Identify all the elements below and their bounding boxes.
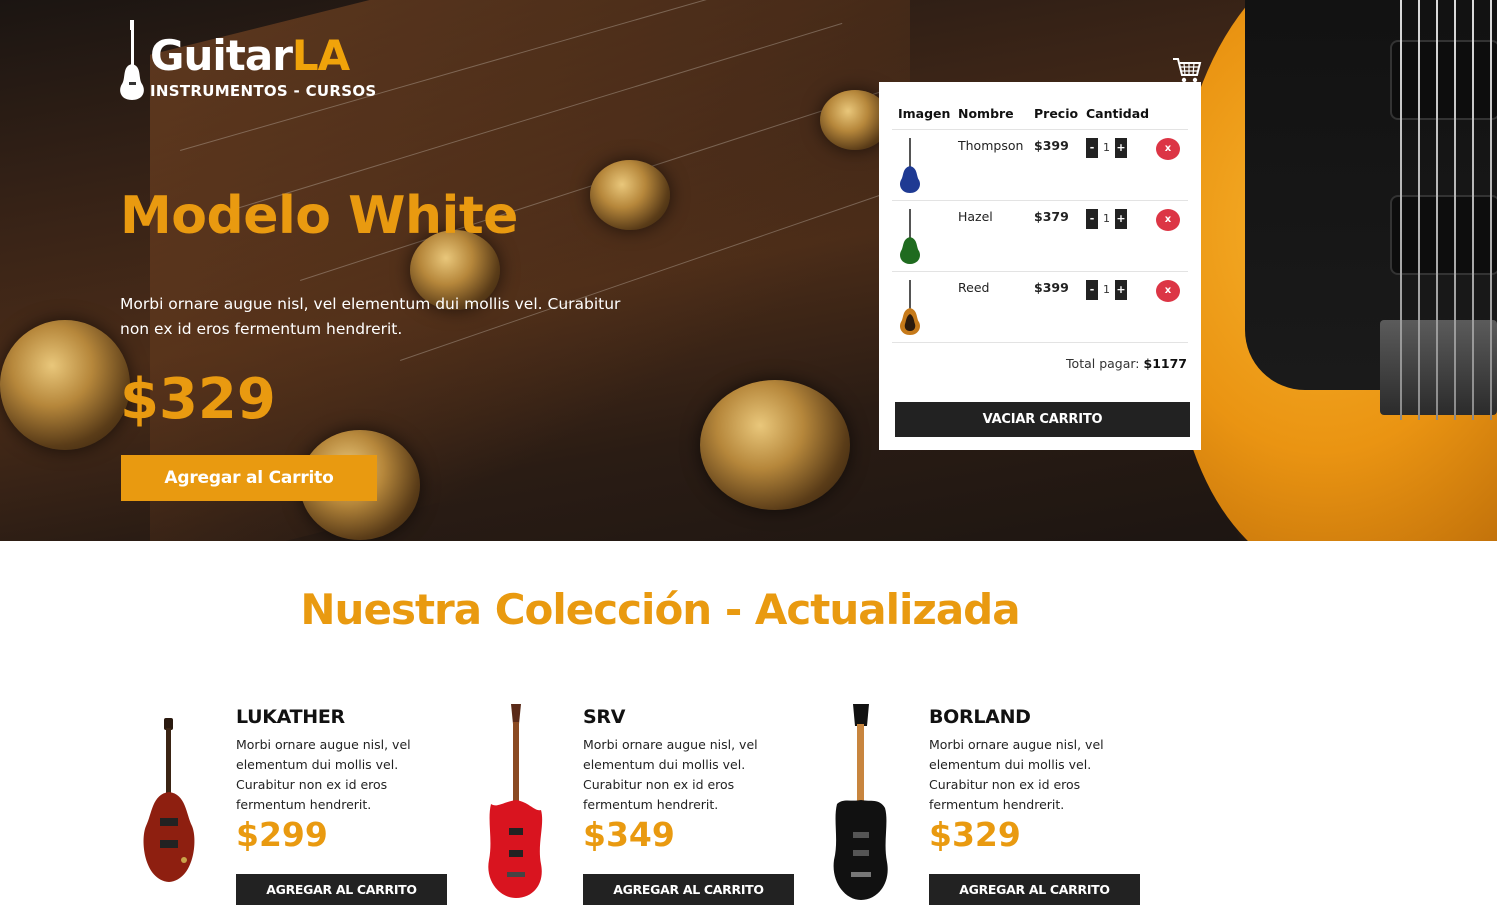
product-name: LUKATHER bbox=[236, 706, 345, 728]
cart-total-value: $1177 bbox=[1143, 356, 1188, 371]
cart-item-image bbox=[892, 271, 952, 343]
cart-dropdown: Imagen Nombre Precio Cantidad Thompson $… bbox=[879, 82, 1201, 450]
guitar-borland-image bbox=[833, 704, 888, 900]
product-price: $299 bbox=[236, 815, 328, 854]
guitar-thumbnail-icon bbox=[900, 137, 920, 193]
cart-total-label: Total pagar: bbox=[1066, 356, 1144, 371]
decrease-quantity-button[interactable]: - bbox=[1086, 137, 1098, 158]
increase-quantity-button[interactable]: + bbox=[1115, 208, 1127, 229]
guitar-string bbox=[1490, 0, 1492, 420]
cart-table: Imagen Nombre Precio Cantidad Thompson $… bbox=[892, 98, 1188, 343]
product-price: $329 bbox=[929, 815, 1021, 854]
remove-item-button[interactable]: x bbox=[1156, 208, 1180, 231]
guitar-pickup bbox=[1390, 40, 1497, 120]
cart-item-remove: x bbox=[1150, 271, 1188, 343]
decrease-quantity-button[interactable]: - bbox=[1086, 279, 1098, 300]
hero-add-to-cart-button[interactable]: Agregar al Carrito bbox=[121, 455, 377, 501]
cart-item-quantity: - 1 + bbox=[1080, 200, 1150, 272]
guitar-thumbnail-icon bbox=[900, 208, 920, 264]
cart-item-name: Hazel bbox=[952, 200, 1028, 272]
cart-item-quantity: - 1 + bbox=[1080, 271, 1150, 343]
guitar-string bbox=[1472, 0, 1474, 420]
cart-item-image bbox=[892, 129, 952, 201]
product-card: BORLAND Morbi ornare augue nisl, vel ele… bbox=[831, 700, 1161, 905]
add-to-cart-button[interactable]: AGREGAR AL CARRITO bbox=[929, 874, 1140, 905]
add-to-cart-button[interactable]: AGREGAR AL CARRITO bbox=[236, 874, 447, 905]
hero-description: Morbi ornare augue nisl, vel elementum d… bbox=[120, 295, 621, 338]
product-name: SRV bbox=[583, 706, 626, 728]
cart-item-price: $399 bbox=[1028, 271, 1080, 343]
cart-item-price: $399 bbox=[1028, 129, 1080, 201]
remove-item-button[interactable]: x bbox=[1156, 279, 1180, 302]
decrease-quantity-button[interactable]: - bbox=[1086, 208, 1098, 229]
guitar-string bbox=[1436, 0, 1438, 420]
hero-price: $329 bbox=[120, 367, 276, 432]
logo-tagline: INSTRUMENTOS - CURSOS bbox=[150, 82, 377, 100]
product-card: LUKATHER Morbi ornare augue nisl, vel el… bbox=[138, 700, 468, 905]
hero-header: GuitarLA INSTRUMENTOS - CURSOS Modelo Wh… bbox=[0, 0, 1497, 541]
guitar-srv-image bbox=[488, 704, 543, 898]
product-description: Morbi ornare augue nisl, vel elementum d… bbox=[929, 737, 1104, 812]
cart-item-name: Thompson bbox=[952, 129, 1028, 201]
guitar-thumbnail-icon bbox=[900, 279, 920, 335]
cart-item-remove: x bbox=[1150, 200, 1188, 272]
logo-word-part1: Guitar bbox=[150, 31, 293, 80]
cart-item-price: $379 bbox=[1028, 200, 1080, 272]
product-description: Morbi ornare augue nisl, vel elementum d… bbox=[583, 737, 758, 812]
guitar-pickup bbox=[1390, 195, 1497, 275]
product-description: Morbi ornare augue nisl, vel elementum d… bbox=[236, 737, 411, 812]
quantity-value: 1 bbox=[1103, 141, 1110, 154]
increase-quantity-button[interactable]: + bbox=[1115, 137, 1127, 158]
tuning-peg bbox=[590, 160, 670, 230]
hero-title: Modelo White bbox=[120, 186, 518, 246]
site-logo[interactable]: GuitarLA INSTRUMENTOS - CURSOS bbox=[118, 20, 388, 102]
remove-item-button[interactable]: x bbox=[1156, 137, 1180, 160]
cart-item-quantity: - 1 + bbox=[1080, 129, 1150, 201]
guitar-string bbox=[1454, 0, 1456, 420]
tuning-peg bbox=[700, 380, 850, 510]
cart-item-image bbox=[892, 200, 952, 272]
cart-item-remove: x bbox=[1150, 129, 1188, 201]
guitar-bridge bbox=[1380, 320, 1497, 415]
cart-row: Reed $399 - 1 + x bbox=[892, 271, 1188, 343]
col-name: Nombre bbox=[952, 98, 1028, 130]
shopping-cart-icon[interactable] bbox=[1172, 56, 1202, 84]
logo-wordmark: GuitarLA bbox=[150, 31, 350, 80]
collection-title: Nuestra Colección - Actualizada bbox=[300, 585, 1020, 634]
col-image: Imagen bbox=[892, 98, 952, 130]
col-quantity: Cantidad bbox=[1080, 98, 1150, 130]
quantity-value: 1 bbox=[1103, 212, 1110, 225]
cart-row: Thompson $399 - 1 + x bbox=[892, 129, 1188, 201]
quantity-value: 1 bbox=[1103, 283, 1110, 296]
guitar-string bbox=[1418, 0, 1420, 420]
product-card: SRV Morbi ornare augue nisl, vel element… bbox=[485, 700, 815, 905]
cart-total: Total pagar: $1177 bbox=[1066, 356, 1187, 371]
cart-item-name: Reed bbox=[952, 271, 1028, 343]
tuning-peg bbox=[0, 320, 130, 450]
product-name: BORLAND bbox=[929, 706, 1031, 728]
add-to-cart-button[interactable]: AGREGAR AL CARRITO bbox=[583, 874, 794, 905]
increase-quantity-button[interactable]: + bbox=[1115, 279, 1127, 300]
guitar-logo-icon bbox=[120, 20, 144, 100]
cart-table-header: Imagen Nombre Precio Cantidad bbox=[892, 98, 1188, 130]
product-price: $349 bbox=[583, 815, 675, 854]
cart-row: Hazel $379 - 1 + x bbox=[892, 200, 1188, 272]
col-remove bbox=[1150, 98, 1188, 130]
empty-cart-button[interactable]: VACIAR CARRITO bbox=[895, 402, 1190, 437]
logo-word-part2: LA bbox=[291, 31, 350, 80]
guitar-string bbox=[1400, 0, 1402, 420]
col-price: Precio bbox=[1028, 98, 1080, 130]
guitar-lukather-image bbox=[143, 718, 195, 882]
